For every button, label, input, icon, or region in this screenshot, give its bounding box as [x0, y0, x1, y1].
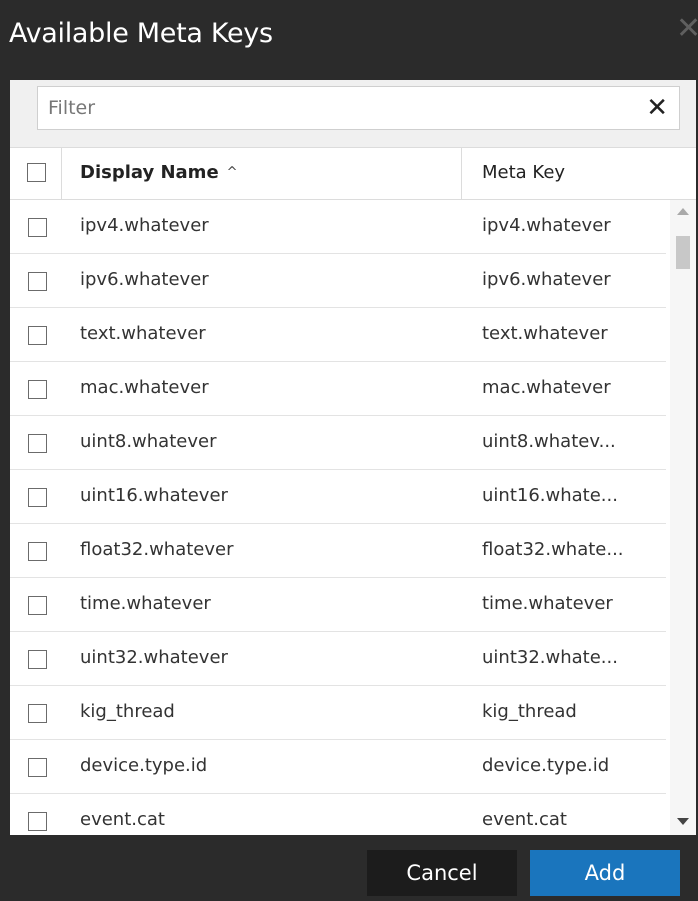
display-name-cell: text.whatever: [80, 323, 206, 344]
display-name-cell: ipv6.whatever: [80, 269, 209, 290]
column-header-display-name[interactable]: Display Name ^: [62, 148, 462, 199]
meta-key-cell: uint8.whatev...: [482, 431, 616, 452]
row-checkbox[interactable]: [28, 812, 47, 831]
table-row[interactable]: float32.whatever float32.whate...: [10, 524, 666, 578]
cancel-button[interactable]: Cancel: [367, 850, 517, 896]
table-row[interactable]: ipv4.whatever ipv4.whatever: [10, 200, 666, 254]
meta-key-cell: ipv4.whatever: [482, 215, 611, 236]
add-button[interactable]: Add: [530, 850, 680, 896]
display-name-cell: event.cat: [80, 809, 165, 830]
row-checkbox[interactable]: [28, 218, 47, 237]
column-header-meta-key[interactable]: Meta Key: [462, 148, 672, 199]
filter-box: ✕: [37, 86, 680, 130]
meta-key-cell: uint16.whate...: [482, 485, 618, 506]
meta-key-cell: event.cat: [482, 809, 567, 830]
row-checkbox[interactable]: [28, 380, 47, 399]
meta-key-cell: kig_thread: [482, 701, 577, 722]
close-icon[interactable]: ✕: [676, 14, 698, 44]
meta-key-cell: mac.whatever: [482, 377, 611, 398]
table-row[interactable]: uint8.whatever uint8.whatev...: [10, 416, 666, 470]
header-select-cell: [10, 148, 62, 199]
table-row[interactable]: time.whatever time.whatever: [10, 578, 666, 632]
table-row[interactable]: text.whatever text.whatever: [10, 308, 666, 362]
display-name-header-label: Display Name ^: [80, 162, 238, 183]
table-row[interactable]: kig_thread kig_thread: [10, 686, 666, 740]
row-checkbox[interactable]: [28, 434, 47, 453]
row-checkbox[interactable]: [28, 488, 47, 507]
table-header: Display Name ^ Meta Key: [10, 147, 696, 200]
meta-key-cell: text.whatever: [482, 323, 608, 344]
display-name-cell: device.type.id: [80, 755, 208, 776]
table-row[interactable]: mac.whatever mac.whatever: [10, 362, 666, 416]
display-name-cell: uint32.whatever: [80, 647, 228, 668]
meta-key-cell: uint32.whate...: [482, 647, 618, 668]
table-scrollbar[interactable]: [670, 200, 696, 835]
row-checkbox[interactable]: [28, 650, 47, 669]
meta-keys-table: Display Name ^ Meta Key ipv4.whatever ipv4…: [10, 147, 696, 835]
table-row[interactable]: uint16.whatever uint16.whate...: [10, 470, 666, 524]
meta-key-cell: float32.whate...: [482, 539, 624, 560]
dialog-title: Available Meta Keys: [9, 18, 273, 49]
scroll-down-arrow-icon[interactable]: [677, 818, 689, 825]
row-checkbox[interactable]: [28, 326, 47, 345]
meta-key-header-label: Meta Key: [482, 162, 566, 183]
meta-key-cell: ipv6.whatever: [482, 269, 611, 290]
row-checkbox[interactable]: [28, 542, 47, 561]
table-row[interactable]: device.type.id device.type.id: [10, 740, 666, 794]
table-body: ipv4.whatever ipv4.whatever ipv6.whatever i…: [10, 200, 666, 835]
table-row[interactable]: uint32.whatever uint32.whate...: [10, 632, 666, 686]
display-name-cell: time.whatever: [80, 593, 211, 614]
filter-input[interactable]: [38, 87, 638, 129]
meta-key-cell: device.type.id: [482, 755, 610, 776]
clear-filter-icon[interactable]: ✕: [646, 93, 668, 123]
select-all-checkbox[interactable]: [27, 163, 46, 182]
display-name-cell: float32.whatever: [80, 539, 234, 560]
display-name-cell: uint16.whatever: [80, 485, 228, 506]
row-checkbox[interactable]: [28, 272, 47, 291]
dialog-titlebar: Available Meta Keys ✕: [0, 0, 698, 80]
display-name-cell: kig_thread: [80, 701, 175, 722]
display-name-cell: mac.whatever: [80, 377, 209, 398]
available-meta-keys-dialog: Available Meta Keys ✕ ✕ Display Name^ Me…: [0, 0, 698, 901]
row-checkbox[interactable]: [28, 596, 47, 615]
sort-ascending-icon: ^: [226, 165, 238, 180]
table-row[interactable]: event.cat event.cat: [10, 794, 666, 835]
scrollbar-thumb[interactable]: [676, 236, 690, 269]
display-name-cell: ipv4.whatever: [80, 215, 209, 236]
table-row[interactable]: ipv6.whatever ipv6.whatever: [10, 254, 666, 308]
row-checkbox[interactable]: [28, 704, 47, 723]
scroll-up-arrow-icon[interactable]: [677, 208, 689, 215]
dialog-footer: Cancel Add: [0, 835, 698, 901]
meta-key-cell: time.whatever: [482, 593, 613, 614]
row-checkbox[interactable]: [28, 758, 47, 777]
display-name-cell: uint8.whatever: [80, 431, 217, 452]
